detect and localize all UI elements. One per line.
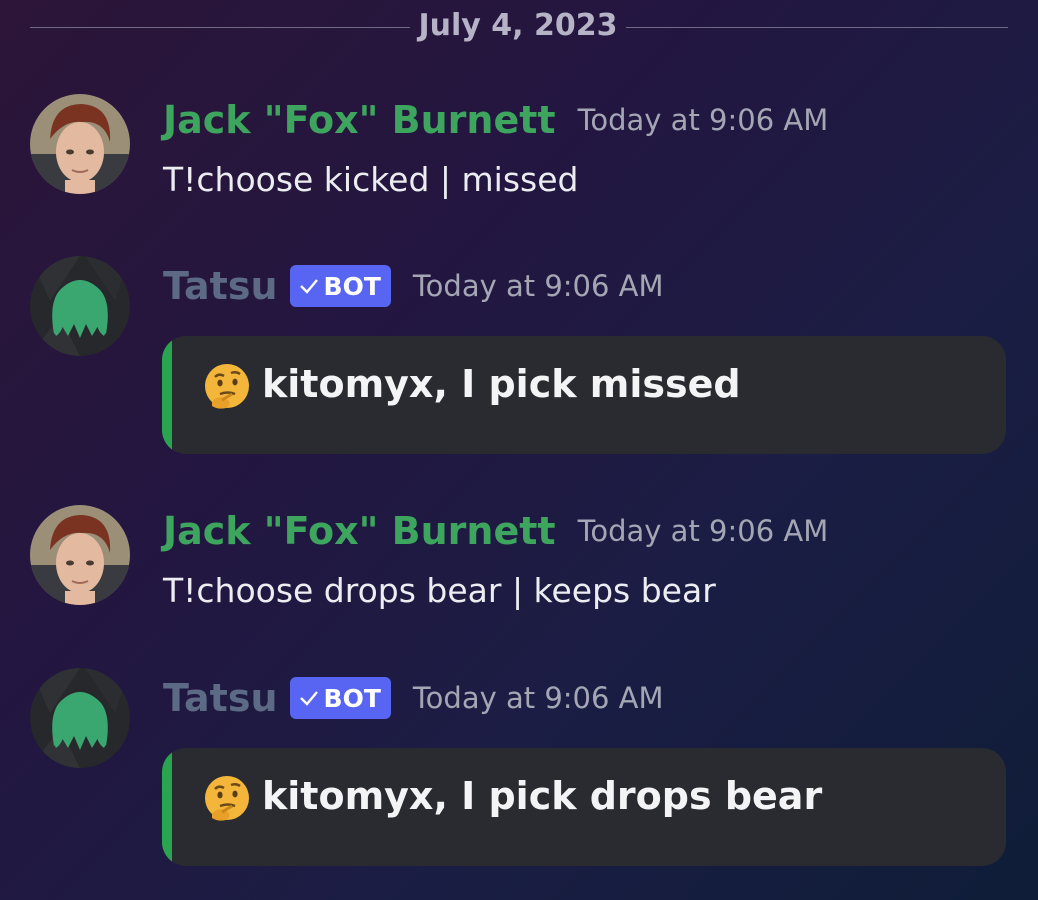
embed-text: kitomyx, I pick missed — [262, 362, 741, 406]
verified-check-icon — [299, 691, 318, 706]
chat-view: July 4, 2023 Jack "Fox" Burnett Today at… — [0, 0, 1038, 900]
message-header: Jack "Fox" Burnett Today at 9:06 AM — [163, 98, 828, 142]
divider-line — [30, 27, 410, 28]
message-text: T!choose kicked | missed — [163, 160, 579, 199]
bot-badge-label: BOT — [323, 271, 381, 301]
message-item: Jack "Fox" Burnett Today at 9:06 AM T!ch… — [0, 94, 1038, 204]
embed-text: kitomyx, I pick drops bear — [262, 774, 823, 818]
message-item: Tatsu BOT Today at 9:06 AM kitomyx, I pi… — [0, 256, 1038, 456]
bot-badge: BOT — [289, 265, 391, 307]
avatar[interactable] — [30, 505, 130, 605]
date-divider: July 4, 2023 — [30, 0, 1008, 56]
date-divider-text: July 4, 2023 — [418, 8, 618, 43]
message-header: Tatsu BOT Today at 9:06 AM — [163, 676, 664, 720]
timestamp: Today at 9:06 AM — [412, 681, 664, 715]
author-name[interactable]: Tatsu — [163, 264, 278, 308]
timestamp: Today at 9:06 AM — [577, 514, 829, 548]
divider-line — [626, 27, 1008, 28]
thinking-face-icon — [205, 364, 249, 409]
embed-accent-bar — [162, 336, 172, 454]
bot-avatar[interactable] — [30, 256, 130, 356]
timestamp: Today at 9:06 AM — [412, 269, 664, 303]
bot-avatar[interactable] — [30, 668, 130, 768]
bot-embed: kitomyx, I pick missed — [162, 336, 1006, 454]
timestamp: Today at 9:06 AM — [577, 103, 829, 137]
message-header: Jack "Fox" Burnett Today at 9:06 AM — [163, 509, 828, 553]
verified-check-icon — [299, 279, 318, 294]
bot-badge-label: BOT — [323, 683, 381, 713]
author-name[interactable]: Jack "Fox" Burnett — [163, 509, 556, 553]
message-header: Tatsu BOT Today at 9:06 AM — [163, 264, 664, 308]
bot-badge: BOT — [289, 677, 391, 719]
thinking-face-icon — [205, 776, 249, 821]
message-text: T!choose drops bear | keeps bear — [163, 571, 716, 610]
embed-accent-bar — [162, 748, 172, 866]
message-item: Tatsu BOT Today at 9:06 AM kitomyx, I pi… — [0, 668, 1038, 868]
author-name[interactable]: Jack "Fox" Burnett — [163, 98, 556, 142]
message-item: Jack "Fox" Burnett Today at 9:06 AM T!ch… — [0, 505, 1038, 615]
avatar[interactable] — [30, 94, 130, 194]
bot-embed: kitomyx, I pick drops bear — [162, 748, 1006, 866]
author-name[interactable]: Tatsu — [163, 676, 278, 720]
